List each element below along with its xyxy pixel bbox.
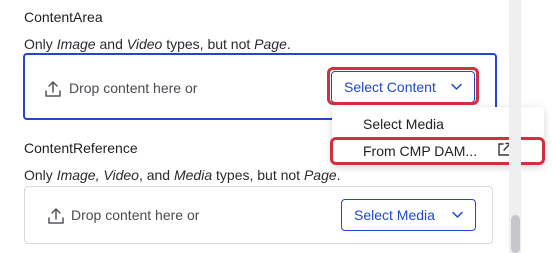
select-media-button-label: Select Media — [354, 207, 435, 223]
content-area-help: Only Image and Video types, but not Page… — [24, 36, 291, 52]
select-media-button[interactable]: Select Media — [341, 199, 476, 231]
content-reference-help: Only Image, Video, and Media types, but … — [24, 167, 341, 183]
content-area-label: ContentArea — [24, 9, 103, 25]
chevron-down-icon — [451, 83, 462, 90]
upload-icon — [48, 208, 64, 224]
content-reference-drop-text: Drop content here or — [71, 207, 200, 223]
menu-item-from-cmp-dam[interactable]: From CMP DAM... — [363, 143, 477, 159]
upload-icon — [45, 81, 61, 97]
menu-item-select-media[interactable]: Select Media — [363, 116, 444, 132]
content-area-drop-text: Drop content here or — [69, 80, 198, 96]
content-reference-label: ContentReference — [24, 140, 138, 156]
chevron-down-icon — [452, 211, 463, 218]
select-content-button[interactable]: Select Content — [331, 71, 475, 103]
scrollbar-thumb[interactable] — [511, 215, 520, 253]
select-content-button-label: Select Content — [344, 79, 436, 95]
